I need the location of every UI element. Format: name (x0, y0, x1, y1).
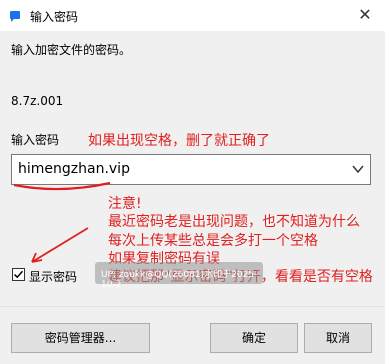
underline-mark (13, 181, 111, 191)
ok-button[interactable]: 确定 (210, 323, 298, 353)
cancel-button[interactable]: 取消 (304, 323, 372, 353)
arrow-line (31, 227, 89, 263)
annotation-marks (13, 181, 111, 263)
password-manager-button[interactable]: 密码管理器... (11, 323, 150, 353)
button-area-divider (0, 306, 385, 307)
